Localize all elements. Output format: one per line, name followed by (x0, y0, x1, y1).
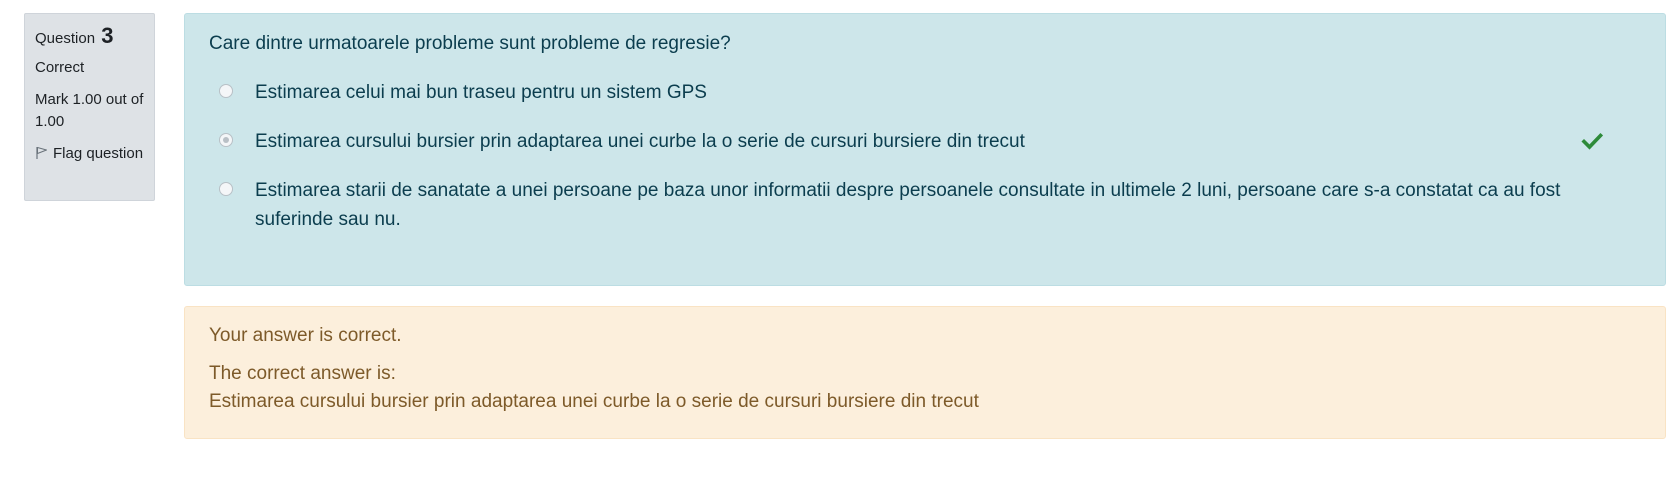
flag-question-label: Flag question (53, 145, 144, 162)
flag-question-button[interactable]: Flag question (35, 143, 144, 165)
answer-option-label: Estimarea celui mai bun traseu pentru un… (255, 82, 707, 103)
right-answer-text: Estimarea cursului bursier prin adaptare… (209, 391, 979, 412)
question-info-panel: Question 3 Correct Mark 1.00 out of 1.00… (24, 13, 155, 201)
answer-radio-3[interactable] (219, 182, 233, 196)
answer-option-1[interactable]: Estimarea celui mai bun traseu pentru un… (219, 78, 1635, 107)
flag-icon (36, 147, 47, 159)
right-answer-block: The correct answer is: Estimarea cursulu… (209, 360, 979, 416)
question-outcome: Your answer is correct. The correct answ… (184, 306, 1666, 439)
answer-option-label: Estimarea cursului bursier prin adaptare… (255, 131, 1025, 152)
question-grade: Mark 1.00 out of 1.00 (35, 91, 144, 130)
question-container: Question 3 Correct Mark 1.00 out of 1.00… (0, 0, 1678, 477)
check-icon (1581, 132, 1603, 150)
answer-option-2[interactable]: Estimarea cursului bursier prin adaptare… (219, 127, 1635, 156)
question-number-line: Question 3 (35, 22, 144, 53)
feedback-text: Your answer is correct. (209, 325, 402, 346)
answer-radio-2[interactable] (219, 133, 233, 147)
answer-radio-1[interactable] (219, 84, 233, 98)
question-text: Care dintre urmatoarele probleme sunt pr… (209, 33, 731, 54)
answer-option-3[interactable]: Estimarea starii de sanatate a unei pers… (219, 176, 1635, 234)
question-state: Correct (35, 59, 85, 76)
answer-option-label: Estimarea starii de sanatate a unei pers… (255, 180, 1561, 230)
question-label: Question (35, 30, 96, 47)
question-number: 3 (101, 23, 114, 48)
right-answer-label: The correct answer is: (209, 363, 396, 384)
question-formulation: Care dintre urmatoarele probleme sunt pr… (184, 13, 1666, 286)
